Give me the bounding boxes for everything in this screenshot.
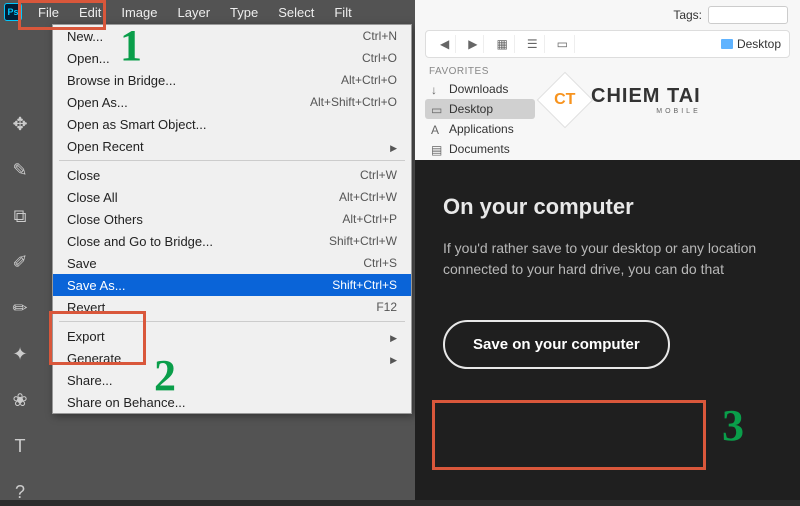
menu-file[interactable]: File [28,2,69,23]
move-tool-icon[interactable]: ✥ [6,110,34,138]
desktop-icon: ▭ [431,103,443,115]
app-logo-icon: Ps [4,3,22,21]
menu-edit[interactable]: Edit [69,2,111,23]
tags-input[interactable] [708,6,788,24]
tags-label: Tags: [673,8,702,22]
fav-downloads[interactable]: ↓Downloads [425,79,535,99]
favorites-header: Favorites [425,64,535,79]
location-chip[interactable]: Desktop [721,37,781,51]
folder-up-icon[interactable]: ▭ [551,35,575,53]
fav-desktop[interactable]: ▭Desktop [425,99,535,119]
cloud-body: If you'd rather save to your desktop or … [443,238,772,280]
menu-item-open-smart[interactable]: Open as Smart Object... [53,113,411,135]
right-panel: Tags: ◀ ▶ ▦ ☰ ▭ Desktop Favorites ↓Downl… [415,0,800,500]
menu-item-share[interactable]: Share... [53,369,411,391]
menu-item-close[interactable]: CloseCtrl+W [53,164,411,186]
menu-item-open[interactable]: Open...Ctrl+O [53,47,411,69]
menu-item-close-all[interactable]: Close AllAlt+Ctrl+W [53,186,411,208]
brand-mark-icon: CT [537,72,594,129]
menu-type[interactable]: Type [220,2,268,23]
lasso-tool-icon[interactable]: ✎ [6,156,34,184]
eyedropper-tool-icon[interactable]: ✐ [6,248,34,276]
menu-item-share-behance[interactable]: Share on Behance... [53,391,411,413]
more-tool-icon[interactable]: ? [6,478,34,506]
tool-column: ✥ ✎ ⧉ ✐ ✏ ✦ ❀ T ? [0,100,40,506]
view-list-icon[interactable]: ☰ [521,35,545,53]
cloud-heading: On your computer [443,194,772,220]
back-button[interactable]: ◀ [434,35,456,53]
menu-layer[interactable]: Layer [168,2,221,23]
menu-item-revert[interactable]: RevertF12 [53,296,411,318]
cloud-save-panel: On your computer If you'd rather save to… [415,160,800,500]
file-dropdown: New...Ctrl+N Open...Ctrl+O Browse in Bri… [52,24,412,414]
menu-item-generate[interactable]: Generate [53,347,411,369]
browser-toolbar: ◀ ▶ ▦ ☰ ▭ Desktop [425,30,790,58]
menu-item-save-as[interactable]: Save As...Shift+Ctrl+S [53,274,411,296]
submenu-arrow-icon [390,329,397,344]
menu-item-export[interactable]: Export [53,325,411,347]
photoshop-panel: Ps File Edit Image Layer Type Select Fil… [0,0,415,500]
menu-separator [59,321,405,322]
view-grid-icon[interactable]: ▦ [490,35,514,53]
crop-tool-icon[interactable]: ⧉ [6,202,34,230]
forward-button[interactable]: ▶ [462,35,484,53]
menu-item-close-bridge[interactable]: Close and Go to Bridge...Shift+Ctrl+W [53,230,411,252]
menu-item-open-as[interactable]: Open As...Alt+Shift+Ctrl+O [53,91,411,113]
documents-icon: ▤ [431,143,443,155]
submenu-arrow-icon [390,351,397,366]
brand-name: CHIEM TAI [591,85,701,108]
fav-applications[interactable]: AApplications [425,119,535,139]
file-browser: Tags: ◀ ▶ ▦ ☰ ▭ Desktop Favorites ↓Downl… [415,0,800,160]
menu-select[interactable]: Select [268,2,324,23]
menu-item-new[interactable]: New...Ctrl+N [53,25,411,47]
menu-item-open-recent[interactable]: Open Recent [53,135,411,157]
sponge-tool-icon[interactable]: ❀ [6,386,34,414]
apps-icon: A [431,123,443,135]
submenu-arrow-icon [390,139,397,154]
brand-sub: MOBILE [591,108,701,115]
menu-image[interactable]: Image [111,2,167,23]
text-tool-icon[interactable]: T [6,432,34,460]
download-icon: ↓ [431,83,443,95]
menu-separator [59,160,405,161]
fav-documents[interactable]: ▤Documents [425,139,535,159]
tags-row: Tags: [673,6,788,24]
browser-sidebar: Favorites ↓Downloads ▭Desktop AApplicati… [425,64,535,159]
menu-item-close-others[interactable]: Close OthersAlt+Ctrl+P [53,208,411,230]
brush-tool-icon[interactable]: ✏ [6,294,34,322]
menu-item-save[interactable]: SaveCtrl+S [53,252,411,274]
brand-logo: CT CHIEM TAI MOBILE [545,80,701,120]
heal-tool-icon[interactable]: ✦ [6,340,34,368]
folder-icon [721,39,733,49]
menu-item-browse-bridge[interactable]: Browse in Bridge...Alt+Ctrl+O [53,69,411,91]
menu-bar: Ps File Edit Image Layer Type Select Fil… [0,0,415,24]
menu-filter[interactable]: Filt [324,2,361,23]
save-on-computer-button[interactable]: Save on your computer [443,320,670,369]
